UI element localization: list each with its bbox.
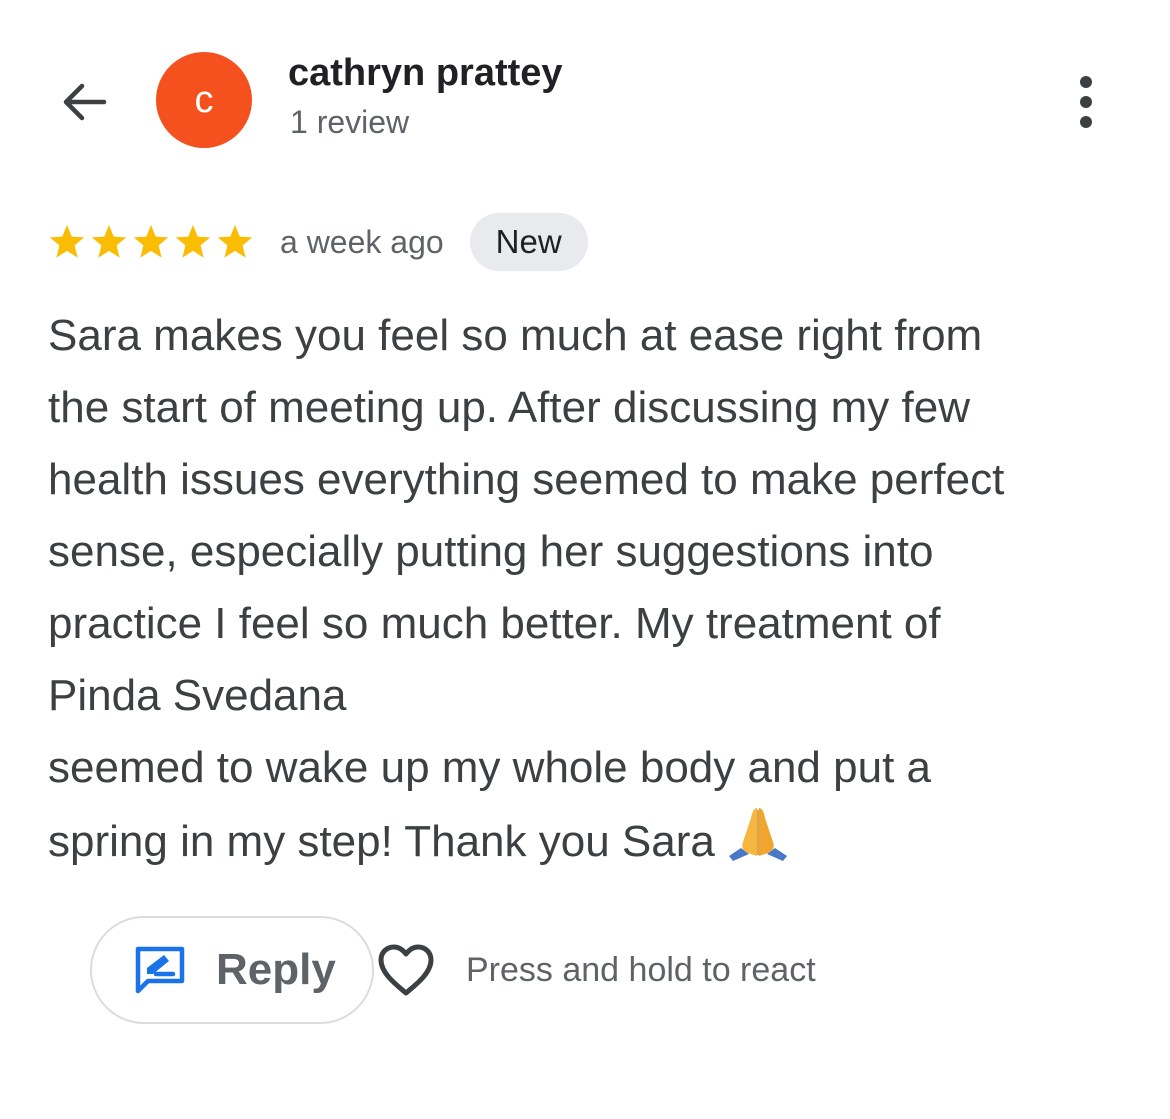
reply-edit-icon: [135, 946, 185, 994]
react-button[interactable]: [374, 938, 438, 1002]
star-icon: [133, 225, 169, 258]
star-icon: [49, 225, 85, 258]
reply-button[interactable]: Reply: [90, 916, 374, 1024]
review-date: a week ago: [280, 223, 444, 260]
react-hint: Press and hold to react: [466, 950, 816, 989]
review-header: c cathryn prattey 1 review: [0, 0, 1170, 170]
star-rating: [48, 223, 254, 261]
star-icon: [175, 225, 211, 258]
folded-hands-icon: [728, 808, 787, 861]
heart-outline-icon: [378, 944, 434, 996]
review-text-line: health issues everything seemed to make …: [48, 455, 1005, 504]
new-badge: New: [469, 213, 588, 271]
reply-label: Reply: [216, 945, 336, 994]
review-text-line: sense, especially putting her suggestion…: [48, 527, 934, 576]
review-actions: Reply Press and hold to react: [90, 914, 816, 1026]
review-text: Sara makes you feel so much at ease righ…: [48, 300, 1128, 878]
arrow-back-icon: [63, 83, 107, 121]
review-text-line: practice I feel so much better. My treat…: [48, 599, 941, 648]
avatar-letter: c: [194, 78, 214, 121]
review-text-line: Pinda Svedana: [48, 671, 347, 720]
review-meta: a week ago New: [48, 212, 588, 272]
more-vert-icon: [1080, 76, 1092, 128]
reviewer-name[interactable]: cathryn prattey: [288, 52, 563, 95]
star-icon: [217, 225, 253, 258]
star-icon: [91, 225, 127, 258]
avatar[interactable]: c: [156, 52, 252, 148]
review-text-line: spring in my step! Thank you Sara: [48, 804, 1128, 878]
back-button[interactable]: [52, 70, 116, 134]
review-count: 1 review: [290, 104, 410, 140]
review-text-line: the start of meeting up. After discussin…: [48, 383, 970, 432]
review-text-line: Sara makes you feel so much at ease righ…: [48, 311, 983, 360]
more-options-button[interactable]: [1060, 70, 1112, 134]
review-text-line: seemed to wake up my whole body and put …: [48, 743, 931, 792]
